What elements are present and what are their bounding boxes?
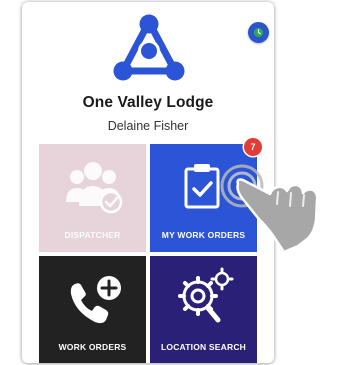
user-name: Delaine Fisher	[107, 119, 189, 133]
screen: One Valley Lodge Delaine Fisher DISPATCH…	[0, 0, 339, 365]
dispatcher-tile[interactable]: DISPATCHER	[39, 144, 146, 252]
org-logo	[113, 14, 185, 81]
phone-plus-icon	[70, 276, 121, 324]
location-search-label: LOCATION SEARCH	[160, 342, 246, 352]
tap-hand-icon	[220, 164, 319, 254]
clock-icon	[253, 27, 264, 38]
gears-search-icon	[178, 267, 234, 323]
work-orders-tile[interactable]: WORK ORDERS	[39, 256, 146, 363]
org-name: One Valley Lodge	[82, 94, 214, 111]
work-orders-label: WORK ORDERS	[58, 342, 127, 352]
status-button[interactable]	[248, 22, 269, 43]
dispatcher-label: DISPATCHER	[64, 230, 121, 240]
notification-badge: 7	[244, 138, 262, 156]
location-search-tile[interactable]: LOCATION SEARCH	[150, 256, 257, 363]
people-check-icon	[66, 162, 123, 214]
